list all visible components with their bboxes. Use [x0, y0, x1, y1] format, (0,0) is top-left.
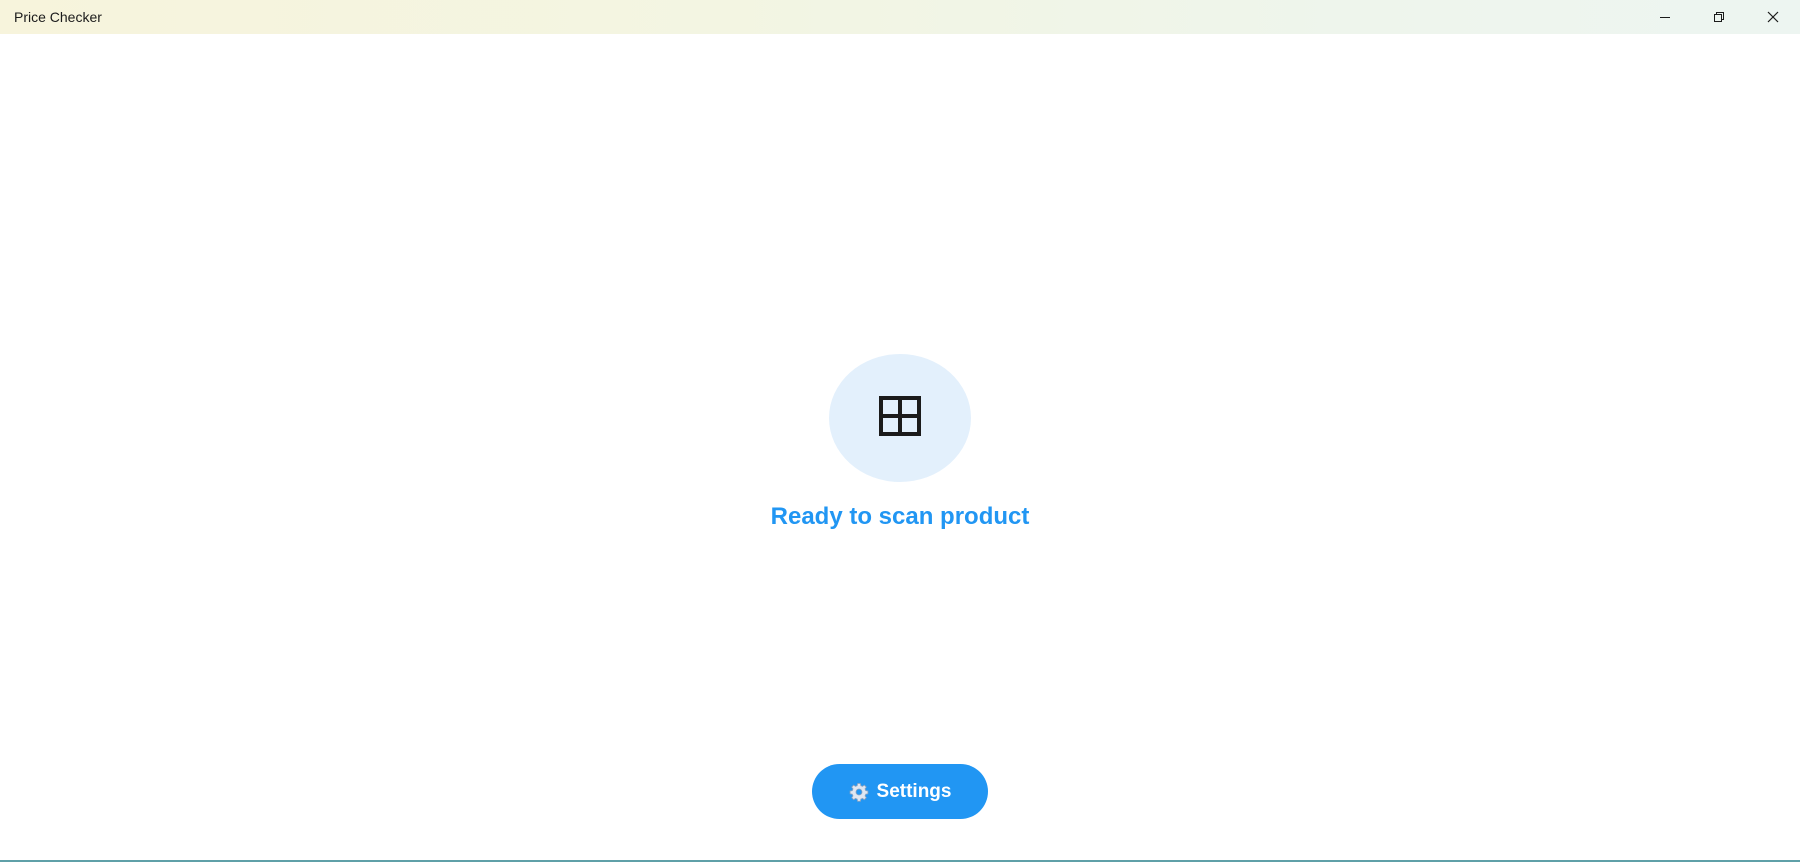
- settings-button-label: Settings: [876, 780, 952, 802]
- restore-icon: [1713, 11, 1725, 23]
- main-content: Ready to scan product Settings: [0, 34, 1800, 860]
- app-window: Price Checker Ready to scan product Sett…: [0, 0, 1800, 862]
- scan-icon-circle: [829, 354, 971, 482]
- minimize-button[interactable]: [1638, 0, 1692, 34]
- close-button[interactable]: [1746, 0, 1800, 34]
- title-bar[interactable]: Price Checker: [0, 0, 1800, 34]
- close-icon: [1767, 11, 1779, 23]
- grid-icon: [879, 395, 921, 441]
- app-title: Price Checker: [14, 9, 102, 25]
- minimize-icon: [1659, 11, 1671, 23]
- restore-button[interactable]: [1692, 0, 1746, 34]
- scan-status-text: Ready to scan product: [770, 503, 1030, 530]
- settings-button[interactable]: Settings: [812, 764, 988, 819]
- gear-icon: [849, 782, 869, 802]
